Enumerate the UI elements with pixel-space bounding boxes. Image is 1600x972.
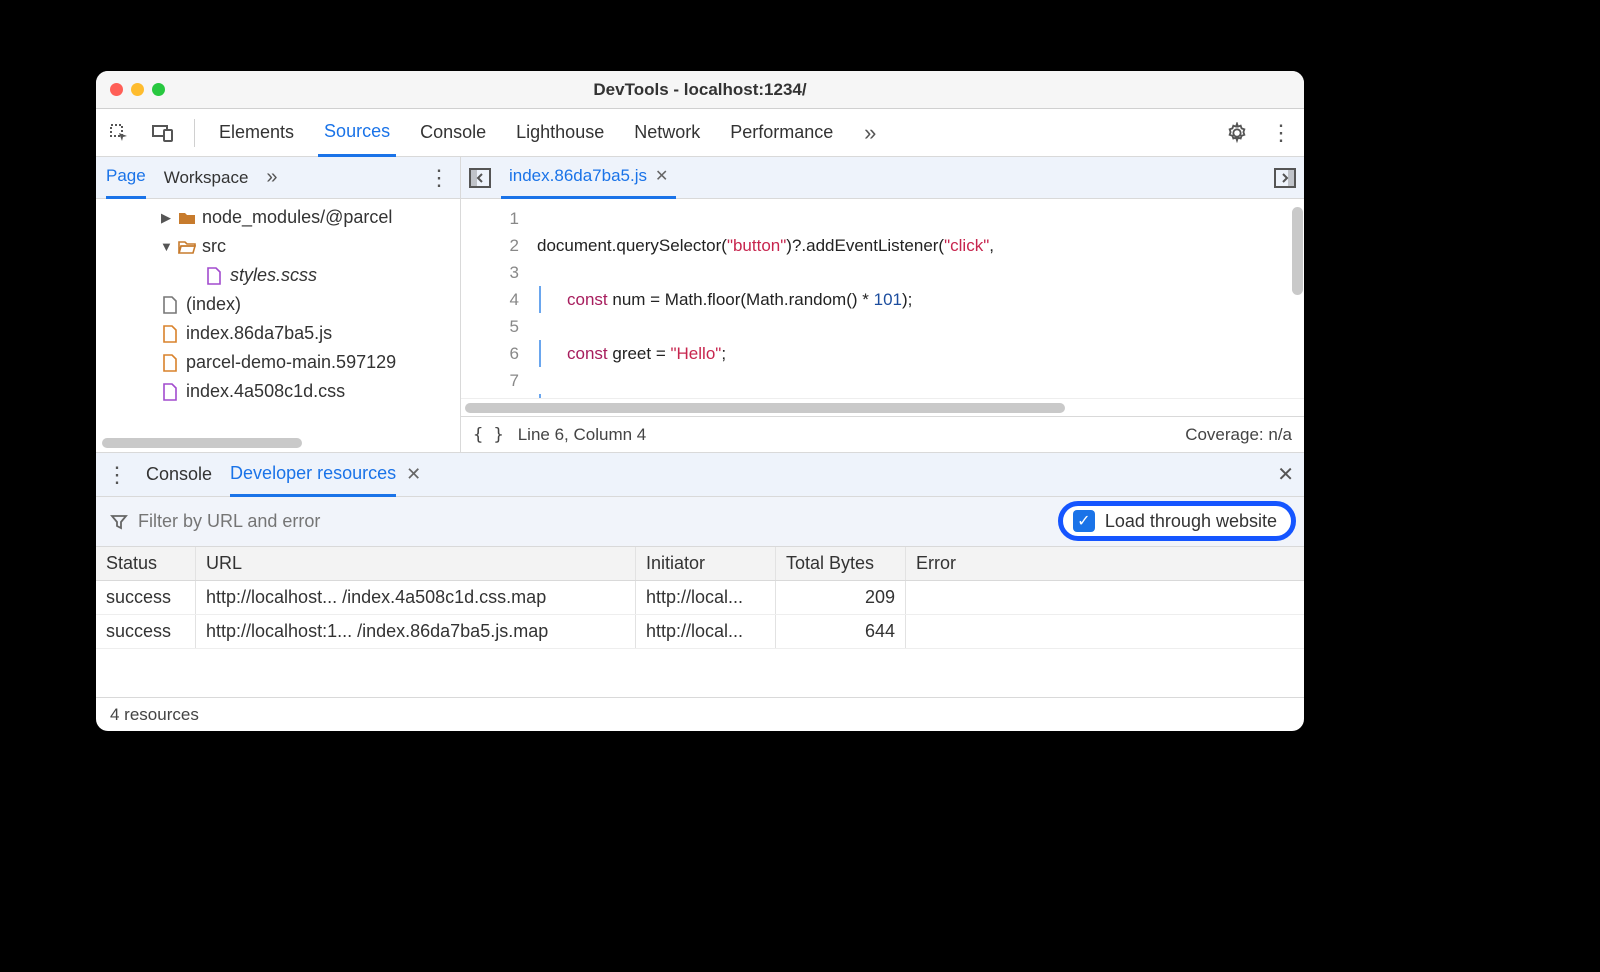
settings-icon[interactable] xyxy=(1224,120,1250,146)
close-drawer-icon[interactable]: ✕ xyxy=(1277,462,1294,487)
more-tabs-icon[interactable]: » xyxy=(857,120,883,146)
titlebar: DevTools - localhost:1234/ xyxy=(96,71,1304,109)
tree-file-parcel[interactable]: parcel-demo-main.597129 xyxy=(96,348,460,377)
tree-file-js[interactable]: index.86da7ba5.js xyxy=(96,319,460,348)
tree-label: styles.scss xyxy=(230,265,317,286)
tree-label: index.4a508c1d.css xyxy=(186,381,345,402)
col-status[interactable]: Status xyxy=(96,547,196,580)
file-tree[interactable]: ▶ node_modules/@parcel ▼ src styles.scss… xyxy=(96,199,460,434)
col-url[interactable]: URL xyxy=(196,547,636,580)
main-toolbar: Elements Sources Console Lighthouse Netw… xyxy=(96,109,1304,157)
code-lines: document.querySelector("button")?.addEve… xyxy=(533,199,1304,398)
drawer-tab-dev-resources[interactable]: Developer resources xyxy=(230,453,396,497)
tab-sources[interactable]: Sources xyxy=(318,109,396,157)
file-js-icon xyxy=(162,325,180,343)
tree-folder-src[interactable]: ▼ src xyxy=(96,232,460,261)
close-drawer-tab-icon[interactable]: ✕ xyxy=(406,464,421,485)
more-tabs-icon[interactable]: » xyxy=(266,166,277,189)
editor-statusbar: { } Line 6, Column 4 Coverage: n/a xyxy=(461,416,1304,452)
file-css-icon xyxy=(162,383,180,401)
tree-file-css[interactable]: index.4a508c1d.css xyxy=(96,377,460,406)
navigator-tabs: Page Workspace » ⋮ xyxy=(96,157,460,199)
devtools-window: DevTools - localhost:1234/ Elements Sour… xyxy=(96,71,1304,731)
editor-vscrollbar[interactable] xyxy=(1290,199,1304,398)
close-window-button[interactable] xyxy=(110,83,123,96)
expand-icon: ▼ xyxy=(160,239,172,254)
navigator-tab-page[interactable]: Page xyxy=(106,157,146,199)
resource-count: 4 resources xyxy=(110,705,199,725)
load-through-website-label: Load through website xyxy=(1105,511,1277,532)
tree-label: node_modules/@parcel xyxy=(202,207,392,228)
cursor-position: Line 6, Column 4 xyxy=(518,425,647,445)
table-row[interactable]: success http://localhost:1... /index.86d… xyxy=(96,615,1304,649)
checkbox-checked-icon[interactable]: ✓ xyxy=(1073,510,1095,532)
file-js-icon xyxy=(162,354,180,372)
editor-tab-label: index.86da7ba5.js xyxy=(509,166,647,186)
navigator-tab-workspace[interactable]: Workspace xyxy=(164,168,249,188)
tree-file-styles[interactable]: styles.scss xyxy=(96,261,460,290)
folder-icon xyxy=(178,209,196,227)
editor-hscrollbar[interactable] xyxy=(461,398,1304,416)
dev-resources-table: Status URL Initiator Total Bytes Error s… xyxy=(96,547,1304,649)
coverage-status: Coverage: n/a xyxy=(1185,425,1292,445)
toggle-debugger-icon[interactable] xyxy=(1274,168,1296,188)
drawer-tab-console[interactable]: Console xyxy=(146,464,212,485)
window-title: DevTools - localhost:1234/ xyxy=(96,80,1304,100)
filter-icon xyxy=(110,513,128,531)
tree-label: parcel-demo-main.597129 xyxy=(186,352,396,373)
editor-pane: index.86da7ba5.js ✕ 1234567 document.que… xyxy=(461,157,1304,452)
sources-panel: Page Workspace » ⋮ ▶ node_modules/@parce… xyxy=(96,157,1304,453)
dev-resources-filterbar: ✓ Load through website xyxy=(96,497,1304,547)
tree-scrollbar[interactable] xyxy=(96,434,460,452)
tab-lighthouse[interactable]: Lighthouse xyxy=(510,109,610,157)
tree-label: (index) xyxy=(186,294,241,315)
tab-elements[interactable]: Elements xyxy=(213,109,300,157)
drawer-menu-icon[interactable]: ⋮ xyxy=(106,462,128,488)
col-total-bytes[interactable]: Total Bytes xyxy=(776,547,906,580)
table-header: Status URL Initiator Total Bytes Error xyxy=(96,547,1304,581)
dev-resources-footer: 4 resources xyxy=(96,697,1304,731)
line-gutter: 1234567 xyxy=(461,199,533,398)
editor-tab-open-file[interactable]: index.86da7ba5.js ✕ xyxy=(501,157,676,199)
tree-label: src xyxy=(202,236,226,257)
minimize-window-button[interactable] xyxy=(131,83,144,96)
load-through-website-toggle[interactable]: ✓ Load through website xyxy=(1058,501,1296,541)
navigator-menu-icon[interactable]: ⋮ xyxy=(428,165,450,191)
inspect-icon[interactable] xyxy=(106,120,132,146)
window-controls xyxy=(110,83,165,96)
folder-open-icon xyxy=(178,238,196,256)
toggle-navigator-icon[interactable] xyxy=(469,168,491,188)
collapse-icon: ▶ xyxy=(160,210,172,226)
maximize-window-button[interactable] xyxy=(152,83,165,96)
code-editor[interactable]: 1234567 document.querySelector("button")… xyxy=(461,199,1304,398)
drawer-tabbar: ⋮ Console Developer resources ✕ ✕ xyxy=(96,453,1304,497)
tree-label: index.86da7ba5.js xyxy=(186,323,332,344)
tree-file-index[interactable]: (index) xyxy=(96,290,460,319)
file-scss-icon xyxy=(206,267,224,285)
tree-folder-node-modules[interactable]: ▶ node_modules/@parcel xyxy=(96,203,460,232)
pretty-print-icon[interactable]: { } xyxy=(473,425,504,445)
close-tab-icon[interactable]: ✕ xyxy=(655,166,668,186)
tab-performance[interactable]: Performance xyxy=(724,109,839,157)
col-initiator[interactable]: Initiator xyxy=(636,547,776,580)
file-icon xyxy=(162,296,180,314)
navigator-sidebar: Page Workspace » ⋮ ▶ node_modules/@parce… xyxy=(96,157,461,452)
kebab-menu-icon[interactable]: ⋮ xyxy=(1268,120,1294,146)
tab-console[interactable]: Console xyxy=(414,109,492,157)
editor-tabbar: index.86da7ba5.js ✕ xyxy=(461,157,1304,199)
device-toggle-icon[interactable] xyxy=(150,120,176,146)
table-row[interactable]: success http://localhost... /index.4a508… xyxy=(96,581,1304,615)
tab-network[interactable]: Network xyxy=(628,109,706,157)
col-error[interactable]: Error xyxy=(906,547,1304,580)
